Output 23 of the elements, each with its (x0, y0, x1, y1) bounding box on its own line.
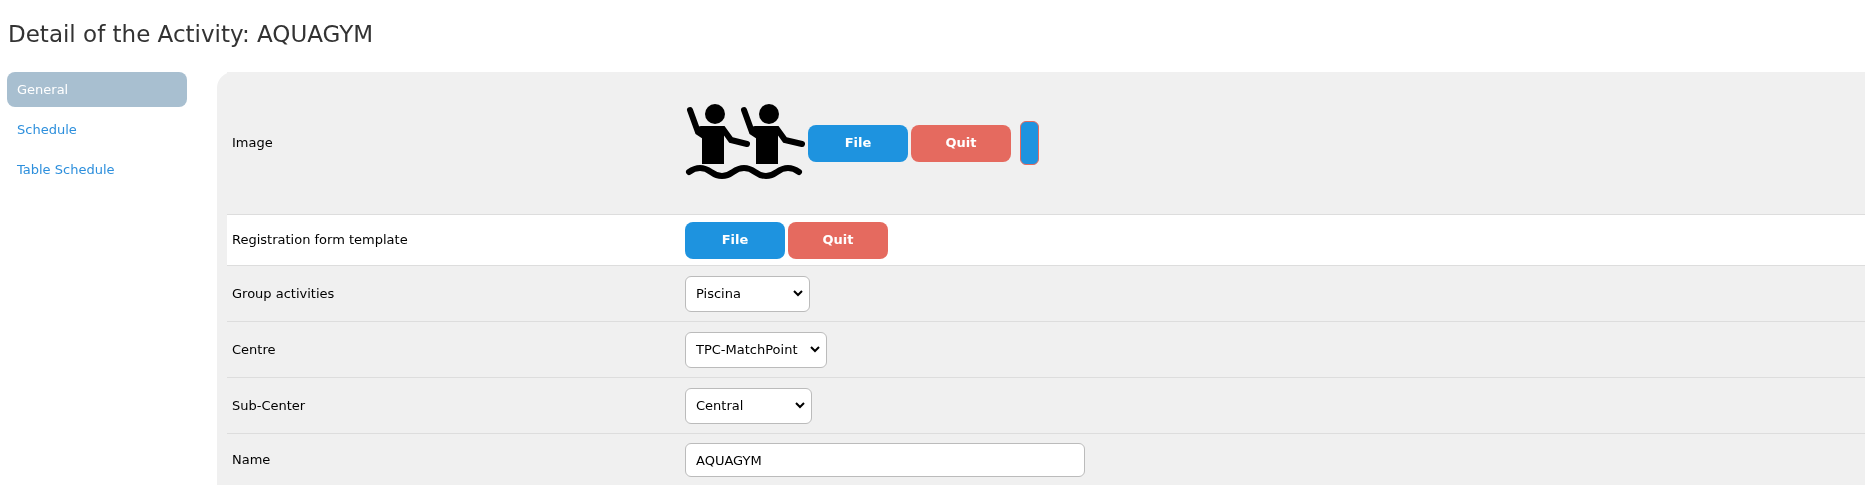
quit-button[interactable]: Quit (788, 221, 888, 259)
sidebar-item[interactable]: Table Schedule (7, 152, 187, 187)
sidebar-item[interactable]: General (7, 72, 187, 107)
name-input[interactable]: AQUAGYM (685, 443, 1085, 477)
sidebar-item[interactable]: Schedule (7, 112, 187, 147)
dropdown-select[interactable]: Piscina (685, 275, 810, 312)
field-label: Name (231, 451, 272, 470)
swimmers-icon (685, 104, 805, 182)
page-title: Detail of the Activity: AQUAGYM (7, 20, 375, 49)
file-button[interactable]: File (685, 221, 785, 259)
chevron-down-icon (795, 402, 806, 409)
dropdown-select[interactable]: TPC-MatchPoint (685, 331, 827, 368)
upload-button[interactable] (1020, 121, 1039, 165)
field-label: Registration form template (231, 231, 409, 250)
field-label: Group activities (231, 284, 336, 303)
field-label: Sub-Center (231, 396, 307, 415)
field-label: Centre (231, 340, 277, 359)
dropdown-select[interactable]: Central (685, 387, 813, 424)
chevron-down-icon (809, 346, 820, 353)
field-label: Image (231, 134, 274, 153)
file-button[interactable]: File (808, 124, 908, 162)
quit-button[interactable]: Quit (911, 124, 1011, 162)
chevron-down-icon (792, 290, 803, 297)
